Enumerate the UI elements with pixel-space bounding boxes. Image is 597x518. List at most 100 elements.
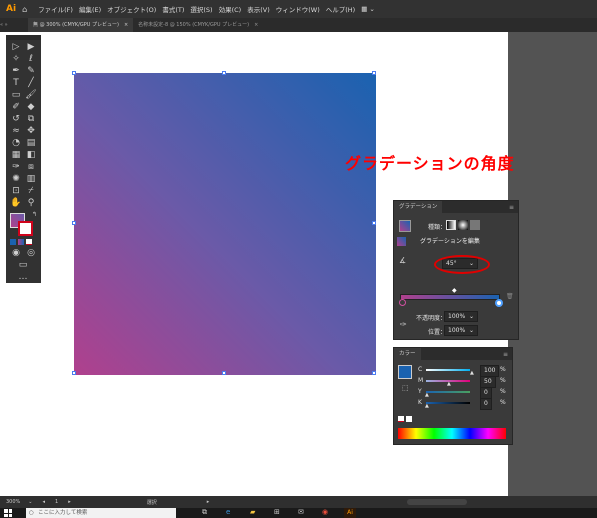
pen-tool-icon[interactable]: ✒ [9,65,23,77]
magic-wand-icon[interactable]: ✧ [9,53,23,65]
menu-object[interactable]: オブジェクト(O) [104,4,159,14]
draw-inside-icon[interactable]: ◎ [24,247,38,259]
direct-selection-tool-icon[interactable]: ▶ [24,41,38,53]
tab-document-2[interactable]: 名称未設定-8 @ 150% (CMYK/GPU プレビュー) × [133,18,263,32]
channel-slider[interactable] [426,402,470,404]
channel-slider[interactable] [426,391,470,393]
blend-tool-icon[interactable]: ⧈ [24,161,38,173]
selection-handle[interactable] [372,71,376,75]
next-page-icon[interactable]: ▸ [62,499,77,505]
chevron-down-icon[interactable]: ⌄ [469,312,474,322]
grid-icon[interactable]: ▦ ⌄ [358,5,378,13]
lasso-icon[interactable]: ℓ [24,53,38,65]
selection-handle[interactable] [222,71,226,75]
midpoint-diamond[interactable]: ◆ [452,287,457,294]
more-tools-icon[interactable]: … [16,271,30,283]
stroke-fill-toggle-icon[interactable]: ⬚ [402,384,409,392]
close-icon[interactable]: × [254,22,258,28]
menu-file[interactable]: ファイル(F) [35,4,76,14]
type-tool-icon[interactable]: T [9,77,23,89]
symbol-sprayer-icon[interactable]: ✺ [9,173,23,185]
scale-tool-icon[interactable]: ⧉ [24,113,38,125]
zoom-level[interactable]: 300% [0,499,24,505]
menu-help[interactable]: ヘルプ(H) [323,4,358,14]
graph-tool-icon[interactable]: ▥ [24,173,38,185]
curvature-tool-icon[interactable]: ✎ [24,65,38,77]
store-icon[interactable]: ⊞ [274,508,280,516]
stroke-gradient-icon[interactable] [397,237,411,251]
none-color-icon[interactable] [398,416,404,422]
trash-icon[interactable]: 🗑 [506,293,514,300]
paintbrush-icon[interactable]: 🖌 [24,89,38,101]
selection-tool-icon[interactable]: ▷ [9,41,23,53]
gradient-preview-swatch[interactable] [399,220,411,232]
selection-handle[interactable] [72,371,76,375]
location-field[interactable]: 100% ⌄ [444,325,478,336]
menu-type[interactable]: 書式(T) [159,4,187,14]
chrome-icon[interactable]: ◉ [322,508,328,516]
width-tool-icon[interactable]: ≈ [9,125,23,137]
color-spectrum[interactable] [398,428,506,439]
gradient-mode-icon[interactable] [18,239,24,245]
panel-title[interactable]: グラデーション [394,201,443,213]
slice-tool-icon[interactable]: ⌿ [24,185,38,197]
close-icon[interactable]: × [124,22,128,28]
shaper-tool-icon[interactable]: ✐ [9,101,23,113]
mail-icon[interactable]: ✉ [298,508,304,516]
menu-view[interactable]: 表示(V) [244,4,273,14]
illustrator-taskbar-icon[interactable]: Ai [344,508,356,518]
slider-thumb-icon[interactable]: ▲ [425,403,429,409]
mesh-tool-icon[interactable]: ▦ [9,149,23,161]
prev-page-icon[interactable]: ◂ [37,499,52,505]
color-swatch[interactable] [398,365,412,379]
horizontal-scrollbar[interactable] [407,499,467,505]
menu-window[interactable]: ウィンドウ(W) [273,4,323,14]
draw-mode-icon[interactable]: ◉ [9,247,23,259]
taskbar-search-box[interactable]: ○ ここに入力して検索 [26,508,176,518]
channel-slider[interactable] [426,369,470,371]
selection-handle[interactable] [72,71,76,75]
selection-handle[interactable] [372,221,376,225]
rotate-tool-icon[interactable]: ↺ [9,113,23,125]
line-tool-icon[interactable]: ╱ [24,77,38,89]
gradient-slider[interactable] [400,294,500,300]
opacity-field[interactable]: 100% ⌄ [444,311,478,322]
windows-start-icon[interactable] [4,509,12,517]
shape-builder-icon[interactable]: ◔ [9,137,23,149]
free-transform-icon[interactable]: ✥ [24,125,38,137]
eraser-icon[interactable]: ◆ [24,101,38,113]
white-color-icon[interactable] [406,416,412,422]
chevron-down-icon[interactable]: ⌄ [469,326,474,336]
zoom-tool-icon[interactable]: ⚲ [24,197,38,209]
gradient-tool-icon[interactable]: ◧ [24,149,38,161]
artboard-tool-icon[interactable]: ⊡ [9,185,23,197]
gradient-rectangle[interactable] [74,73,376,375]
chevron-down-icon[interactable]: ⌄ [24,499,36,505]
task-view-icon[interactable]: ⧉ [202,508,207,517]
menu-effect[interactable]: 効果(C) [216,4,245,14]
tab-document-1[interactable]: 無 @ 300% (CMYK/GPU プレビュー) × [28,18,134,32]
stroke-swatch[interactable] [18,221,33,236]
none-mode-icon[interactable] [26,239,32,245]
radial-gradient-icon[interactable] [458,220,468,230]
edit-gradient-button[interactable]: グラデーションを編集 [420,236,486,247]
folder-icon[interactable]: ▰ [250,508,255,516]
edge-icon[interactable]: e [226,508,230,516]
perspective-grid-icon[interactable]: ▤ [24,137,38,149]
freeform-gradient-icon[interactable] [470,220,480,230]
eyedropper-icon[interactable]: ✑ [9,161,23,173]
color-mode-icon[interactable] [10,239,16,245]
panel-menu-icon[interactable]: ≡ [509,204,518,211]
selection-handle[interactable] [372,371,376,375]
panel-title[interactable]: カラー [394,348,421,360]
menu-select[interactable]: 選択(S) [187,4,215,14]
gradient-stop-start[interactable] [399,299,406,306]
channel-value[interactable]: 0 [480,398,492,410]
collapse-icon[interactable]: « » [0,22,28,28]
swap-icon[interactable]: ↰ [32,211,39,218]
play-icon[interactable]: ▸ [157,499,210,505]
page-number[interactable]: 1 [51,499,62,505]
home-icon[interactable]: ⌂ [20,5,35,14]
eyedropper-icon[interactable]: ✑ [400,320,407,329]
rectangle-tool-icon[interactable]: ▭ [9,89,23,101]
